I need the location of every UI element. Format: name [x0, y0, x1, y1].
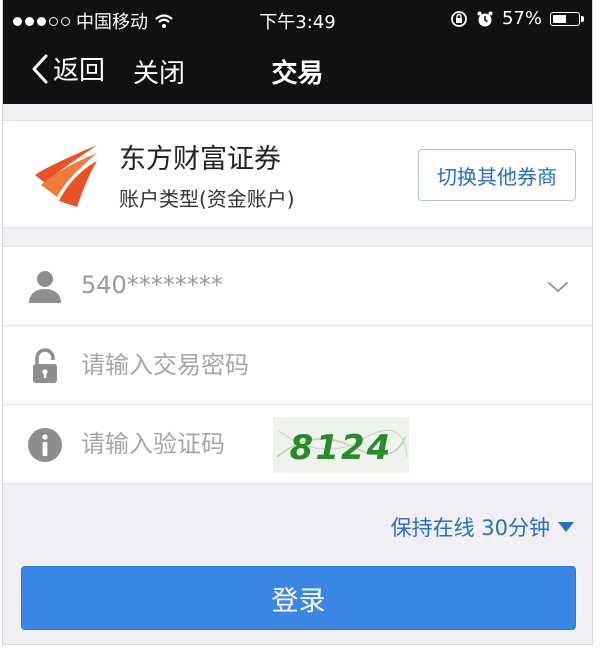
- app-frame: 中国移动 下午3:49 57% 返回 关闭 交易 东方财富证券 账户类型(资金账…: [2, 0, 593, 645]
- user-icon: [29, 271, 61, 303]
- alarm-icon: [477, 11, 493, 26]
- login-button[interactable]: 登录: [21, 566, 576, 630]
- account-row[interactable]: 540********: [3, 247, 592, 326]
- captcha-text: 8124: [290, 428, 393, 468]
- password-input[interactable]: [81, 344, 501, 386]
- account-type: 账户类型(资金账户): [119, 187, 295, 211]
- battery-icon: [550, 11, 584, 26]
- broker-card: 东方财富证券 账户类型(资金账户) 切换其他券商: [3, 120, 592, 228]
- captcha-input[interactable]: [81, 423, 251, 465]
- account-value: 540********: [81, 271, 223, 299]
- captcha-row: 8124: [3, 405, 592, 484]
- broker-name: 东方财富证券: [119, 144, 281, 175]
- status-bar: 中国移动 下午3:49 57%: [3, 0, 592, 38]
- triangle-down-icon: [558, 522, 574, 532]
- broker-logo-icon: [35, 145, 97, 207]
- keep-online-label: 保持在线 30分钟: [390, 516, 550, 540]
- switch-broker-button[interactable]: 切换其他券商: [418, 149, 576, 201]
- nav-bar: 返回 关闭 交易: [3, 38, 592, 104]
- login-form: 540******** 请输入验证码 8124: [3, 246, 592, 484]
- lock-icon: [33, 348, 57, 383]
- battery-percent: 57%: [501, 8, 542, 29]
- info-icon: [28, 428, 62, 462]
- password-row: [3, 326, 592, 405]
- rotation-lock-icon: [451, 10, 467, 27]
- keep-online-selector[interactable]: 保持在线 30分钟: [391, 512, 574, 542]
- chevron-down-icon[interactable]: [546, 275, 570, 299]
- status-right: 57%: [450, 8, 584, 29]
- page-title: 交易: [271, 59, 324, 89]
- captcha-image[interactable]: 8124: [273, 417, 409, 473]
